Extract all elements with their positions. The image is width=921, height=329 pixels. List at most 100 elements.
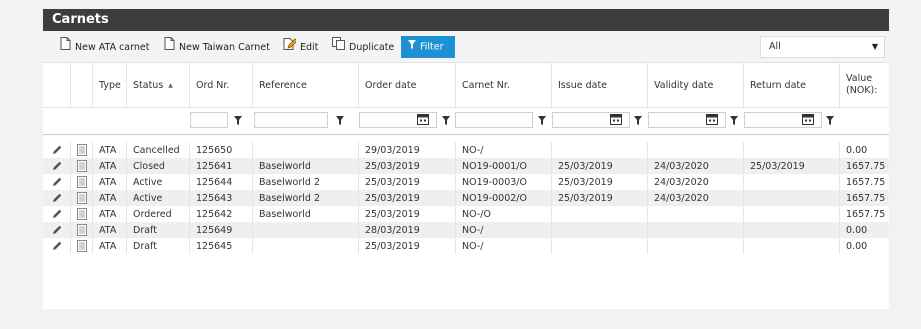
pencil-icon[interactable] xyxy=(43,222,70,238)
calendar-icon[interactable] xyxy=(802,113,814,125)
value-cell: 0.00 xyxy=(839,142,889,158)
validity-date-cell: 24/03/2020 xyxy=(647,158,743,174)
edit-document-icon xyxy=(283,37,298,58)
type-cell: ATA xyxy=(92,158,126,174)
new-taiwan-carnet-button[interactable]: New Taiwan Carnet xyxy=(164,37,270,57)
pencil-icon[interactable] xyxy=(43,238,70,254)
carnet-nr-filter-input[interactable] xyxy=(455,112,533,128)
ord-nr-cell: 125641 xyxy=(189,158,252,174)
header-ord-nr[interactable]: Ord Nr. xyxy=(189,63,252,107)
table-row[interactable]: ATA Cancelled 125650 29/03/2019 NO-/ 0.0… xyxy=(43,142,889,158)
document-icon[interactable] xyxy=(70,174,92,190)
status-cell: Draft xyxy=(126,222,189,238)
funnel-icon[interactable] xyxy=(231,112,245,128)
validity-date-cell xyxy=(647,222,743,238)
return-date-cell xyxy=(743,206,839,222)
reference-cell xyxy=(252,142,358,158)
calendar-icon[interactable] xyxy=(706,113,718,125)
value-cell: 1657.75 xyxy=(839,174,889,190)
ord-nr-cell: 125644 xyxy=(189,174,252,190)
type-cell: ATA xyxy=(92,190,126,206)
pencil-icon[interactable] xyxy=(43,158,70,174)
status-cell: Ordered xyxy=(126,206,189,222)
table-row[interactable]: ATA Ordered 125642 Baselworld 25/03/2019… xyxy=(43,206,889,222)
type-cell: ATA xyxy=(92,206,126,222)
header-return-date[interactable]: Return date xyxy=(743,63,839,107)
funnel-icon[interactable] xyxy=(333,112,347,128)
filter-button[interactable]: Filter xyxy=(401,36,455,58)
header-validity-date[interactable]: Validity date xyxy=(647,63,743,107)
carnets-panel: Carnets New ATA carnet New Taiwan Carnet… xyxy=(43,9,889,309)
header-value[interactable]: Value (NOK): xyxy=(839,63,889,107)
return-date-cell xyxy=(743,190,839,206)
ord-nr-cell: 125645 xyxy=(189,238,252,254)
header-carnet-nr[interactable]: Carnet Nr. xyxy=(455,63,551,107)
calendar-icon[interactable] xyxy=(610,113,622,125)
header-reference[interactable]: Reference xyxy=(252,63,358,107)
duplicate-icon xyxy=(332,37,345,58)
return-date-cell: 25/03/2019 xyxy=(743,158,839,174)
return-date-cell xyxy=(743,222,839,238)
funnel-icon[interactable] xyxy=(823,112,837,128)
pencil-icon[interactable] xyxy=(43,174,70,190)
table-row[interactable]: ATA Draft 125645 25/03/2019 NO-/ 0.00 xyxy=(43,238,889,254)
validity-date-cell: 24/03/2020 xyxy=(647,174,743,190)
table-row[interactable]: ATA Active 125644 Baselworld 2 25/03/201… xyxy=(43,174,889,190)
return-date-cell xyxy=(743,142,839,158)
issue-date-cell: 25/03/2019 xyxy=(551,158,647,174)
reference-cell: Baselworld xyxy=(252,158,358,174)
reference-filter-input[interactable] xyxy=(254,112,328,128)
value-cell: 1657.75 xyxy=(839,190,889,206)
document-icon[interactable] xyxy=(70,222,92,238)
ord-nr-filter-input[interactable] xyxy=(190,112,228,128)
duplicate-button[interactable]: Duplicate xyxy=(332,37,394,57)
filter-row xyxy=(43,107,889,135)
order-date-cell: 25/03/2019 xyxy=(358,206,455,222)
issue-date-cell: 25/03/2019 xyxy=(551,174,647,190)
new-ata-carnet-button[interactable]: New ATA carnet xyxy=(60,37,149,57)
document-icon[interactable] xyxy=(70,238,92,254)
type-cell: ATA xyxy=(92,238,126,254)
table-row[interactable]: ATA Draft 125649 28/03/2019 NO-/ 0.00 xyxy=(43,222,889,238)
order-date-cell: 25/03/2019 xyxy=(358,238,455,254)
document-icon[interactable] xyxy=(70,206,92,222)
value-cell: 0.00 xyxy=(839,222,889,238)
funnel-icon[interactable] xyxy=(535,112,549,128)
issue-date-cell xyxy=(551,206,647,222)
table-header: Type Status ▲ Ord Nr. Reference Order dat… xyxy=(43,63,889,107)
header-order-date[interactable]: Order date xyxy=(358,63,455,107)
header-status[interactable]: Status ▲ xyxy=(126,63,189,107)
status-cell: Cancelled xyxy=(126,142,189,158)
validity-date-cell xyxy=(647,206,743,222)
funnel-icon[interactable] xyxy=(631,112,645,128)
ord-nr-cell: 125649 xyxy=(189,222,252,238)
table-row[interactable]: ATA Active 125643 Baselworld 2 25/03/201… xyxy=(43,190,889,206)
new-ata-carnet-label: New ATA carnet xyxy=(75,42,150,53)
funnel-icon[interactable] xyxy=(727,112,741,128)
new-document-icon xyxy=(60,37,71,58)
toolbar: New ATA carnet New Taiwan Carnet Edit Du… xyxy=(43,31,889,63)
issue-date-cell xyxy=(551,142,647,158)
duplicate-label: Duplicate xyxy=(349,42,395,53)
calendar-icon[interactable] xyxy=(417,113,429,125)
carnet-nr-cell: NO19-0002/O xyxy=(455,190,551,206)
new-document-icon xyxy=(164,37,175,58)
return-date-cell xyxy=(743,174,839,190)
status-cell: Active xyxy=(126,174,189,190)
pencil-icon[interactable] xyxy=(43,142,70,158)
header-status-label: Status xyxy=(133,79,164,91)
funnel-icon[interactable] xyxy=(439,112,453,128)
validity-date-cell xyxy=(647,238,743,254)
header-type[interactable]: Type xyxy=(92,63,126,107)
pencil-icon[interactable] xyxy=(43,190,70,206)
edit-button[interactable]: Edit xyxy=(283,37,318,57)
document-icon[interactable] xyxy=(70,142,92,158)
document-icon[interactable] xyxy=(70,190,92,206)
header-issue-date[interactable]: Issue date xyxy=(551,63,647,107)
table-row[interactable]: ATA Closed 125641 Baselworld 25/03/2019 … xyxy=(43,158,889,174)
document-icon[interactable] xyxy=(70,158,92,174)
pencil-icon[interactable] xyxy=(43,206,70,222)
new-taiwan-carnet-label: New Taiwan Carnet xyxy=(179,42,270,53)
status-select[interactable]: All ▼ xyxy=(760,36,885,58)
ord-nr-cell: 125643 xyxy=(189,190,252,206)
